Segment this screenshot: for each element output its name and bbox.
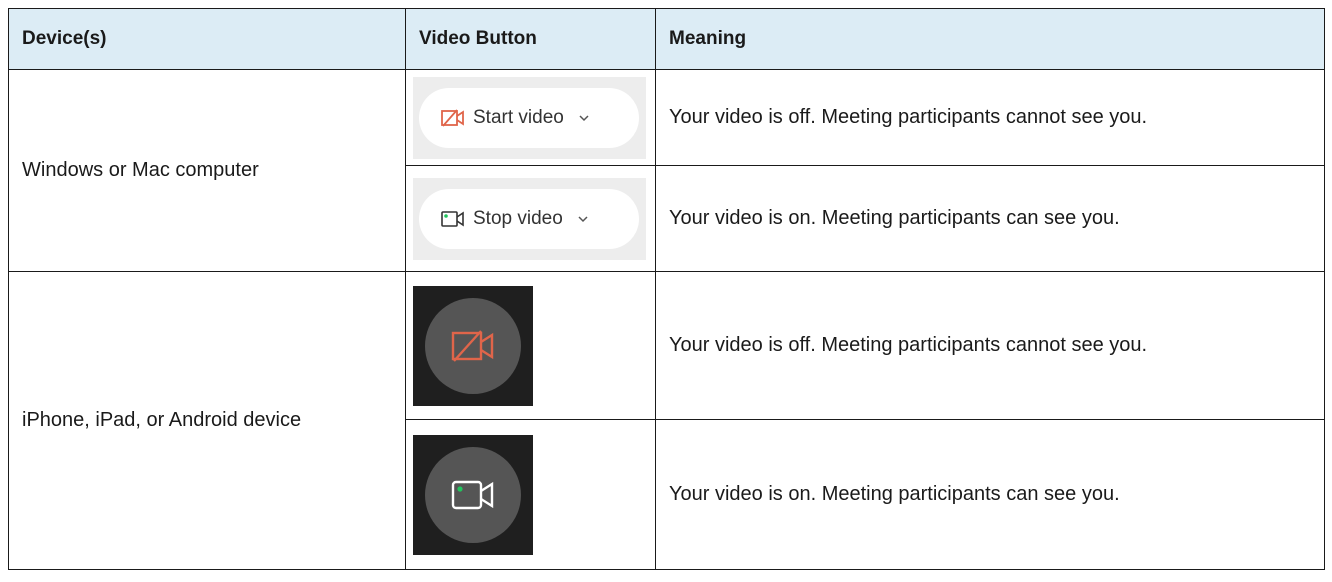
video-on-icon <box>441 210 464 227</box>
video-button-cell: Stop video <box>405 165 656 272</box>
stop-video-label: Stop video <box>473 207 563 229</box>
video-button-table: Device(s) Video Button Meaning Windows o… <box>8 8 1325 570</box>
meaning-text: Your video is off. Meeting participants … <box>655 69 1325 166</box>
stop-video-button[interactable]: Stop video <box>419 188 639 249</box>
device-desktop: Windows or Mac computer <box>8 69 406 272</box>
header-devices: Device(s) <box>8 8 406 70</box>
chevron-down-icon[interactable] <box>577 215 589 223</box>
header-meaning: Meaning <box>655 8 1325 70</box>
table-row: Windows or Mac computer Start video Your… <box>8 69 1325 272</box>
video-off-icon <box>451 329 494 362</box>
start-video-label: Start video <box>473 106 564 128</box>
start-video-button[interactable]: Start video <box>419 87 639 148</box>
mobile-start-video-button[interactable] <box>425 297 521 394</box>
table-row: iPhone, iPad, or Android device Your vid… <box>8 271 1325 570</box>
mobile-stop-video-button[interactable] <box>425 446 521 543</box>
header-video-button: Video Button <box>405 8 656 70</box>
video-button-cell: Start video <box>405 69 656 166</box>
chevron-down-icon[interactable] <box>578 114 590 122</box>
meaning-text: Your video is on. Meeting participants c… <box>655 419 1325 570</box>
device-mobile: iPhone, iPad, or Android device <box>8 271 406 570</box>
video-on-icon <box>451 480 494 509</box>
header-row: Device(s) Video Button Meaning <box>8 8 1325 70</box>
video-off-icon <box>441 108 464 127</box>
meaning-text: Your video is on. Meeting participants c… <box>655 165 1325 272</box>
meaning-text: Your video is off. Meeting participants … <box>655 271 1325 420</box>
video-button-cell <box>405 419 656 570</box>
video-button-cell <box>405 271 656 420</box>
